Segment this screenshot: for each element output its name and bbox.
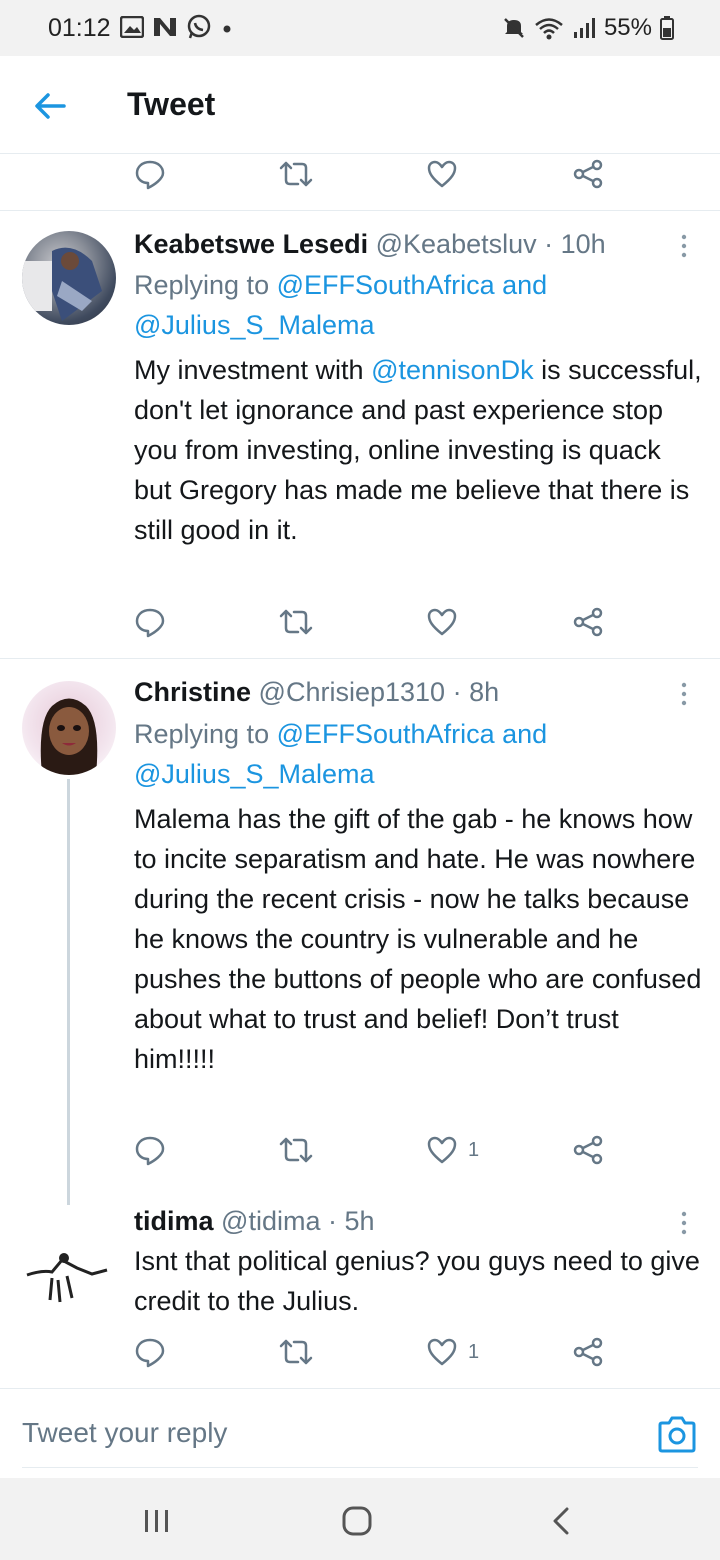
- heart-icon: [427, 1136, 457, 1164]
- retweet-button[interactable]: [278, 158, 314, 190]
- page-title: Tweet: [127, 86, 216, 122]
- like-button[interactable]: 1: [426, 1336, 479, 1368]
- system-nav-bar: [0, 1478, 720, 1560]
- tweet-author-name[interactable]: Keabetswe Lesedi: [134, 229, 368, 259]
- mention-link[interactable]: @tennisonDk: [371, 355, 534, 385]
- mute-icon: [504, 18, 524, 38]
- mention-link[interactable]: @EFFSouthAfrica: [277, 719, 495, 749]
- more-vertical-icon[interactable]: [676, 233, 692, 259]
- heart-icon: [427, 160, 457, 188]
- arrow-left-icon[interactable]: [30, 86, 70, 126]
- tweet-author-handle[interactable]: @Chrisiep1310: [259, 677, 446, 707]
- retweet-icon: [279, 609, 313, 635]
- heart-icon: [427, 1338, 457, 1366]
- tweet-time: · 5h: [327, 1206, 375, 1236]
- tweet-actions: 1: [0, 1126, 720, 1176]
- replying-to: Replying to @EFFSouthAfrica and @Julius_…: [134, 270, 548, 340]
- share-icon: [573, 1135, 603, 1165]
- like-count: 1: [468, 1138, 480, 1161]
- more-vertical-icon[interactable]: [676, 1210, 692, 1236]
- tweet-text: Isnt that political genius? you guys nee…: [134, 1246, 700, 1316]
- share-button[interactable]: [572, 1134, 604, 1166]
- reply-input[interactable]: Tweet your reply: [22, 1417, 227, 1449]
- dot-icon: [223, 25, 231, 33]
- home-icon[interactable]: [340, 1506, 374, 1536]
- reply-icon: [135, 1136, 165, 1166]
- battery-icon: [660, 16, 674, 40]
- tweet-author-name[interactable]: Christine: [134, 677, 251, 707]
- like-count: 1: [468, 1340, 480, 1363]
- divider: [22, 1467, 698, 1468]
- signal-icon: [573, 18, 595, 38]
- like-button[interactable]: 1: [426, 1134, 479, 1166]
- tweet-item[interactable]: Keabetswe Lesedi @Keabetsluv · 10h Reply…: [0, 211, 720, 659]
- tweet-author-name[interactable]: tidima: [134, 1206, 214, 1236]
- reply-icon: [135, 160, 165, 190]
- avatar-image: [40, 698, 98, 775]
- tweet-actions: [0, 598, 720, 648]
- mention-link[interactable]: @EFFSouthAfrica: [277, 270, 495, 300]
- avatar-image: [26, 1253, 108, 1303]
- like-button[interactable]: [426, 158, 458, 190]
- status-bar: 01:12 55%: [0, 0, 720, 56]
- reply-button[interactable]: [134, 1134, 166, 1166]
- avatar[interactable]: [22, 681, 116, 775]
- tweet-time: · 8h: [452, 677, 500, 707]
- share-icon: [573, 607, 603, 637]
- retweet-button[interactable]: [278, 1134, 314, 1166]
- share-button[interactable]: [572, 1336, 604, 1368]
- retweet-icon: [279, 1339, 313, 1365]
- reply-button[interactable]: [134, 1336, 166, 1368]
- tweet-actions: 1: [0, 1328, 720, 1378]
- tweet-actions: [0, 150, 720, 200]
- reply-icon: [135, 608, 165, 638]
- mention-link[interactable]: @Julius_S_Malema: [134, 759, 375, 789]
- tweet-item[interactable]: Christine @Chrisiep1310 · 8h Replying to…: [0, 659, 720, 1205]
- mention-link[interactable]: @Julius_S_Malema: [134, 310, 375, 340]
- avatar[interactable]: [22, 1230, 116, 1324]
- back-icon[interactable]: [546, 1506, 580, 1536]
- more-vertical-icon[interactable]: [676, 681, 692, 707]
- n-icon: [154, 18, 176, 36]
- tweet-author-handle[interactable]: @Keabetsluv: [376, 229, 537, 259]
- share-icon: [573, 159, 603, 189]
- retweet-button[interactable]: [278, 1336, 314, 1368]
- battery-percent: 55%: [603, 14, 652, 41]
- wifi-icon: [535, 18, 563, 40]
- tweet-author-handle[interactable]: @tidima: [221, 1206, 320, 1236]
- avatar-image: [22, 247, 102, 321]
- share-button[interactable]: [572, 158, 604, 190]
- recent-apps-icon[interactable]: [140, 1506, 174, 1536]
- reply-bar: Tweet your reply: [0, 1388, 720, 1478]
- gallery-icon: [120, 16, 144, 38]
- replying-to: Replying to @EFFSouthAfrica and @Julius_…: [134, 719, 548, 789]
- retweet-button[interactable]: [278, 606, 314, 638]
- app-header: Tweet: [0, 56, 720, 154]
- status-time: 01:12: [48, 14, 111, 42]
- reply-button[interactable]: [134, 158, 166, 190]
- tweet-time: · 10h: [544, 229, 606, 259]
- avatar[interactable]: [22, 231, 116, 325]
- reply-icon: [135, 1338, 165, 1368]
- tweet-text: Malema has the gift of the gab - he know…: [134, 804, 702, 1074]
- heart-icon: [427, 608, 457, 636]
- retweet-icon: [279, 1137, 313, 1163]
- like-button[interactable]: [426, 606, 468, 638]
- camera-icon[interactable]: [656, 1413, 698, 1455]
- share-icon: [573, 1337, 603, 1367]
- reply-button[interactable]: [134, 606, 166, 638]
- retweet-icon: [279, 161, 313, 187]
- whatsapp-icon: [187, 14, 211, 39]
- share-button[interactable]: [572, 606, 604, 638]
- tweet-text: My investment with @tennisonDk is succes…: [134, 355, 702, 545]
